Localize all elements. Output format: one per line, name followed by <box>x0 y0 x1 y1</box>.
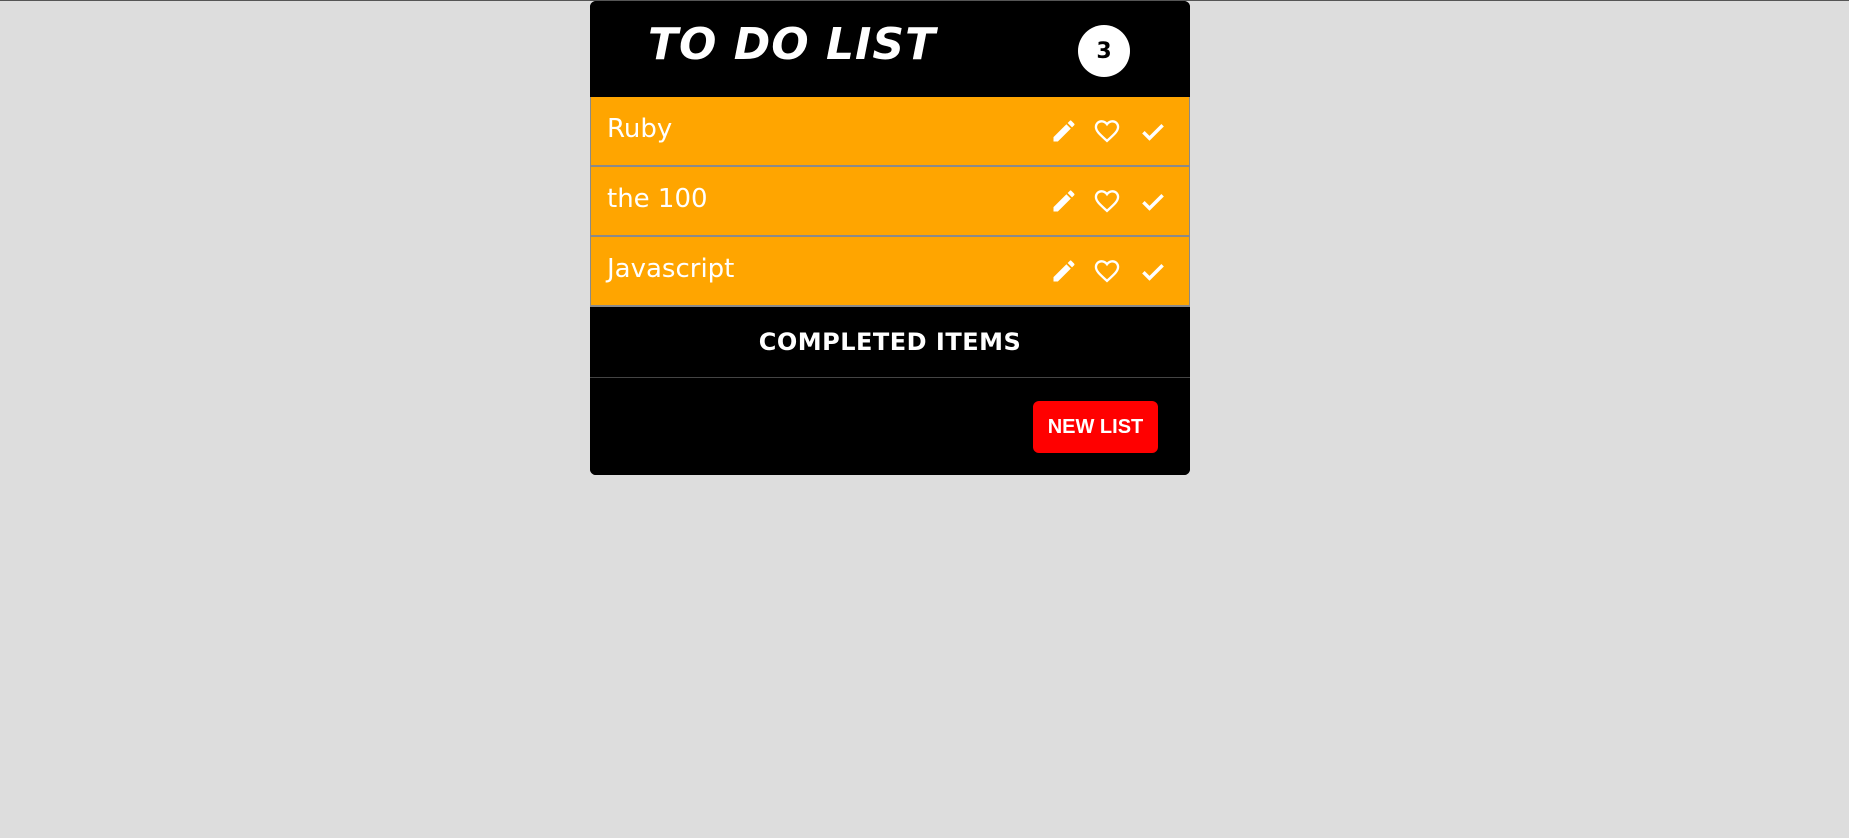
todo-header: TO DO LIST 3 <box>590 1 1190 97</box>
todo-item-label: the 100 <box>607 184 708 214</box>
check-icon[interactable] <box>1139 257 1167 285</box>
todo-item-label: Javascript <box>607 254 735 284</box>
card-footer: NEW LIST <box>590 378 1190 475</box>
pencil-icon[interactable] <box>1050 187 1078 215</box>
completed-items-header[interactable]: COMPLETED ITEMS <box>590 307 1190 378</box>
heart-outline-icon[interactable] <box>1093 257 1121 285</box>
todo-item: Ruby <box>590 97 1190 167</box>
todo-item: the 100 <box>590 167 1190 237</box>
pencil-icon[interactable] <box>1050 257 1078 285</box>
new-list-button[interactable]: NEW LIST <box>1033 401 1158 453</box>
heart-outline-icon[interactable] <box>1093 117 1121 145</box>
todo-item-label: Ruby <box>607 114 673 144</box>
todo-item: Javascript <box>590 237 1190 307</box>
pencil-icon[interactable] <box>1050 117 1078 145</box>
item-count-badge: 3 <box>1078 25 1130 77</box>
todo-card: TO DO LIST 3 Ruby the 100 Javascript COM… <box>590 1 1190 475</box>
page-title: TO DO LIST <box>648 19 937 70</box>
heart-outline-icon[interactable] <box>1093 187 1121 215</box>
check-icon[interactable] <box>1139 117 1167 145</box>
check-icon[interactable] <box>1139 187 1167 215</box>
